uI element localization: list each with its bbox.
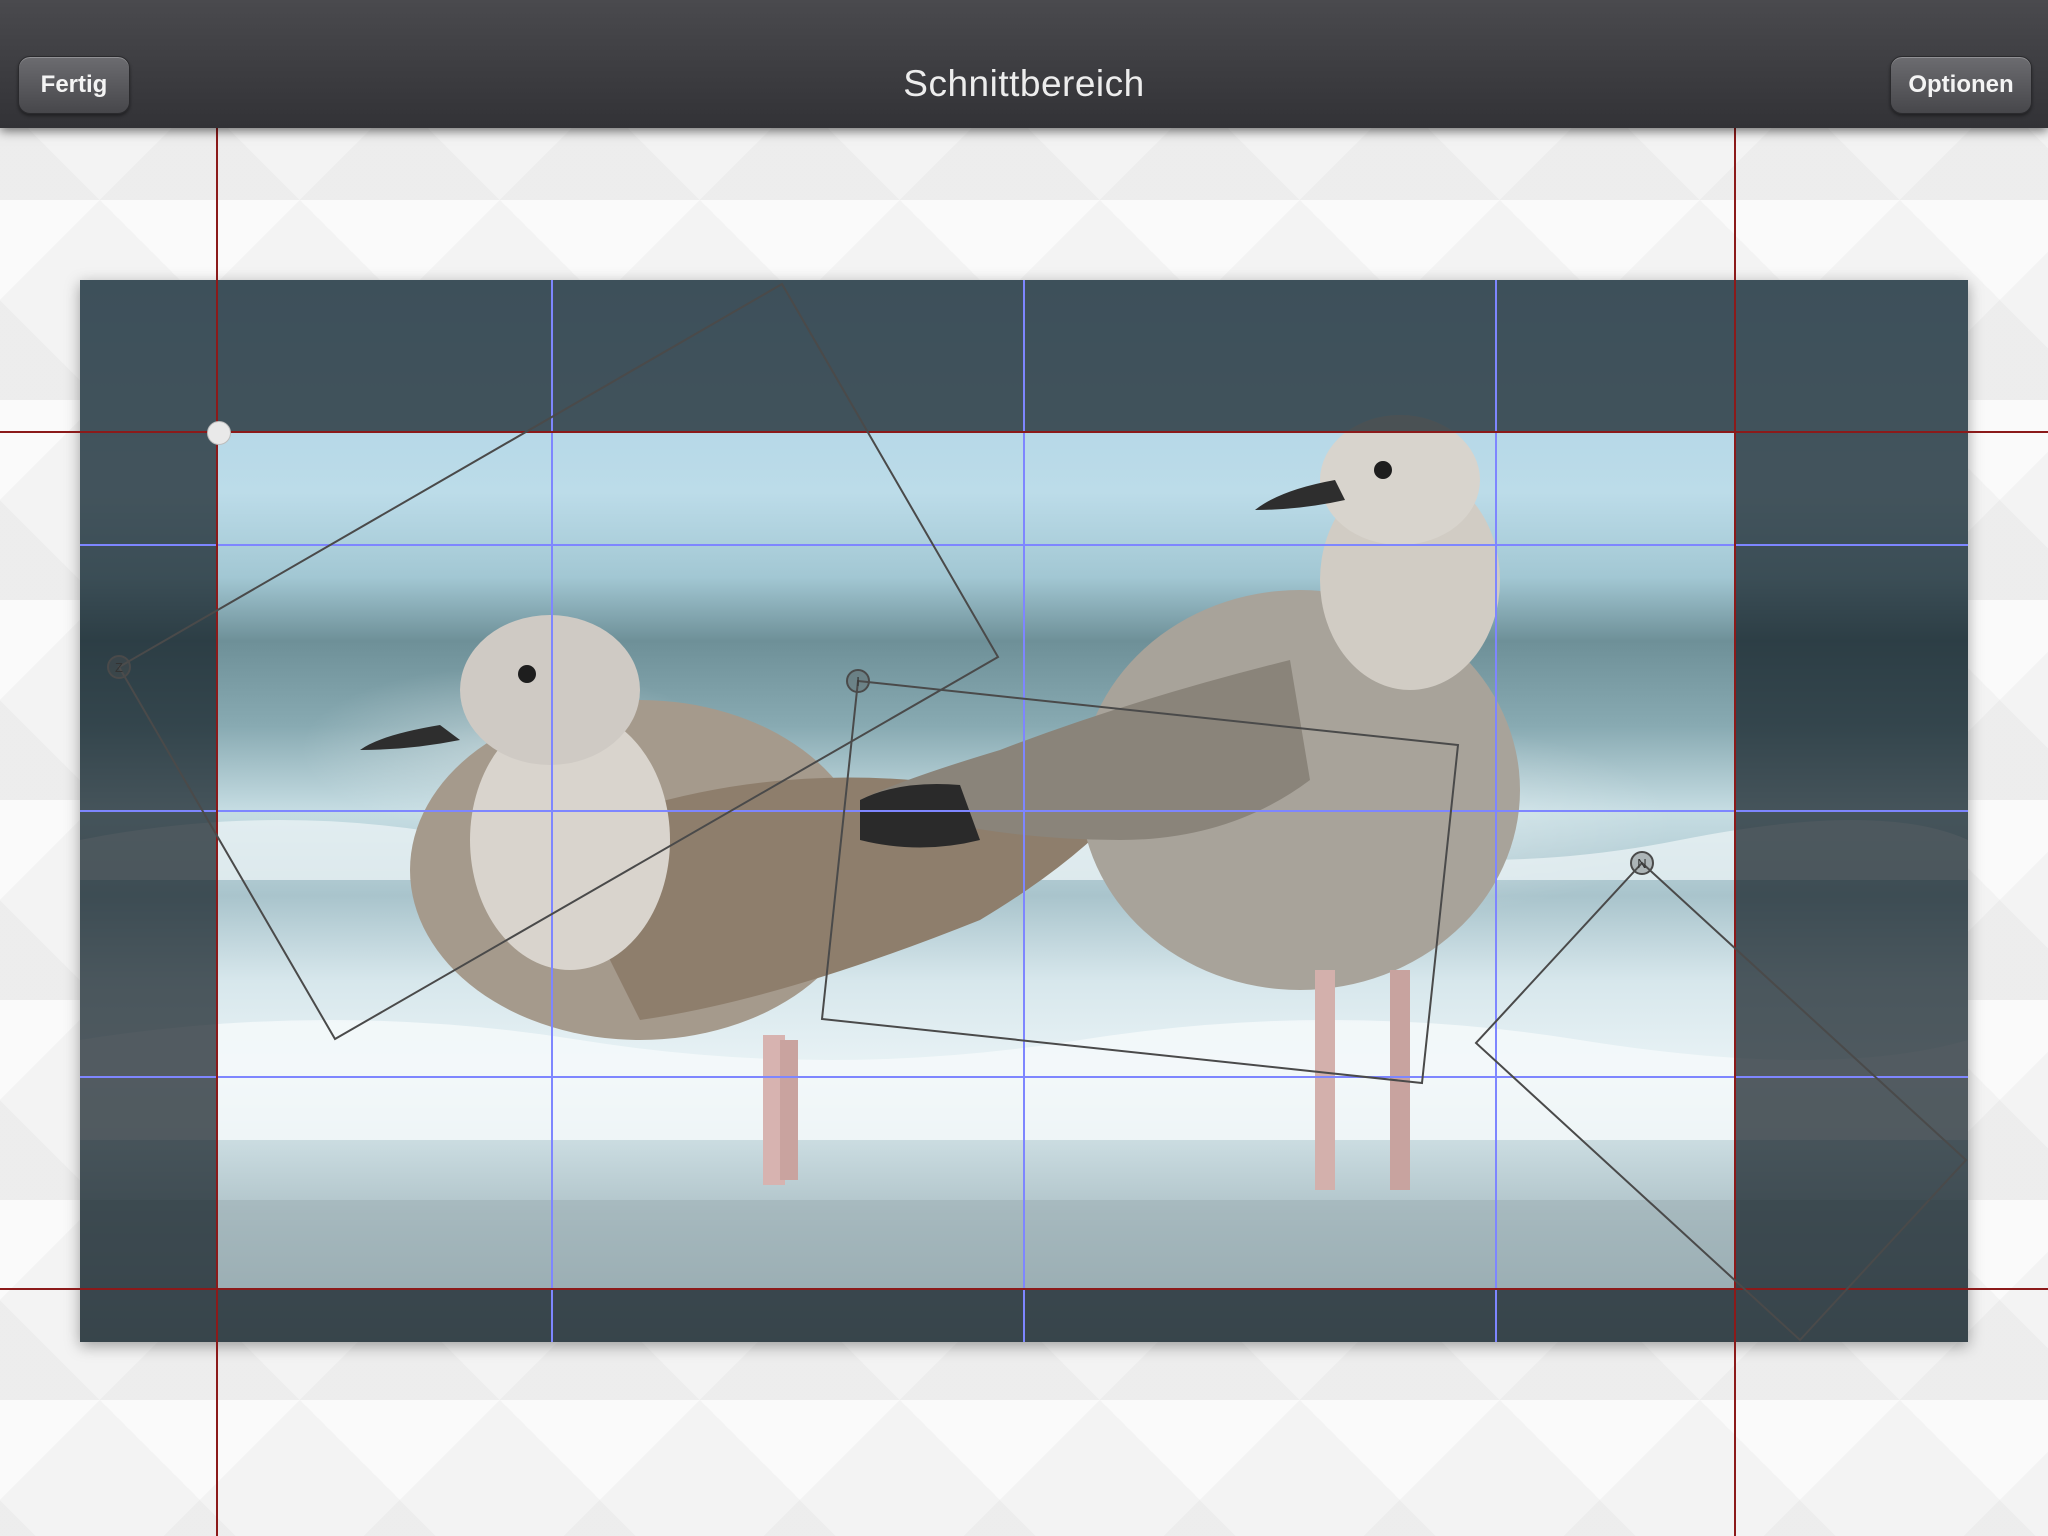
photo-canvas[interactable] [80,280,1968,1342]
seagulls-photo [80,415,1968,1342]
done-button[interactable]: Fertig [18,56,130,114]
navigation-bar: Schnittbereich Fertig Optionen [0,0,2048,128]
options-button[interactable]: Optionen [1890,56,2032,114]
page-title: Schnittbereich [903,63,1145,104]
crop-corner-handle[interactable] [207,421,231,445]
